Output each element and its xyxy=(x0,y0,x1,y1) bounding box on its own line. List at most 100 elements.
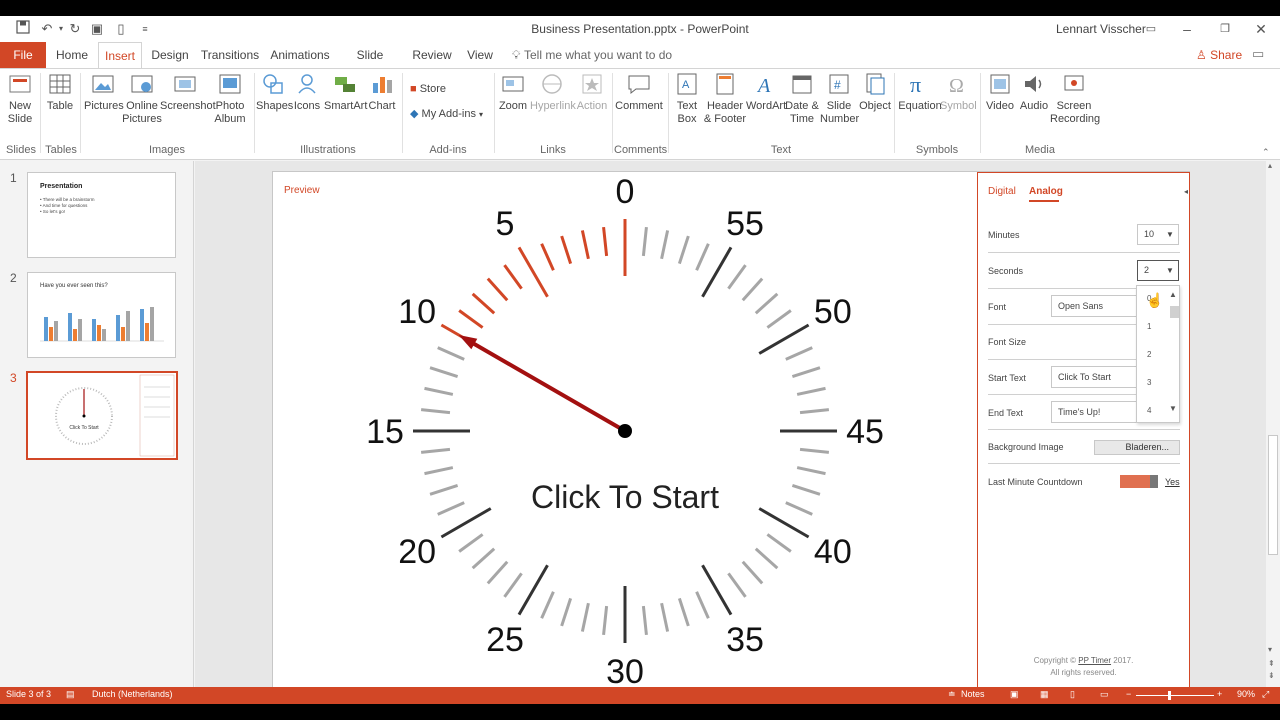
comment-button[interactable]: Comment xyxy=(614,71,664,113)
screenshot-button[interactable]: Screenshot xyxy=(160,71,216,113)
header-footer-button[interactable]: Header & Footer xyxy=(702,71,748,126)
zoom-level[interactable]: 90% xyxy=(1237,689,1255,699)
minutes-value: 10 xyxy=(1144,229,1155,239)
tab-file[interactable]: File xyxy=(0,42,46,68)
audio-button[interactable]: Audio xyxy=(1018,71,1050,113)
start-text-label: Start Text xyxy=(988,373,1026,383)
slide-thumbnails-pane: 1 Presentation • There will be a brainst… xyxy=(0,161,194,687)
table-button[interactable]: Table xyxy=(44,71,76,113)
slide-thumbnail-2[interactable]: Have you ever seen this? xyxy=(27,272,176,358)
collapse-ribbon-icon[interactable]: ⌃ xyxy=(1262,147,1270,158)
photo-album-button[interactable]: Photo Album xyxy=(210,71,250,126)
tab-digital[interactable]: Digital xyxy=(988,186,1016,197)
tab-review[interactable]: Review xyxy=(410,42,454,68)
text-box-button[interactable]: A Text Box xyxy=(672,71,702,126)
clock-center-hub xyxy=(618,424,632,438)
minimize-icon[interactable]: – xyxy=(1172,19,1202,39)
zoom-slider[interactable] xyxy=(1136,695,1214,696)
scroll-up-icon[interactable]: ▴ xyxy=(1268,161,1272,170)
user-name[interactable]: Lennart Visscher xyxy=(1056,22,1146,36)
next-slide-icon[interactable]: ⇟ xyxy=(1268,671,1275,680)
dropdown-option[interactable]: 4 xyxy=(1147,406,1151,415)
chevron-down-icon: ▼ xyxy=(1166,266,1174,275)
scrollbar-thumb[interactable] xyxy=(1268,435,1278,555)
pictures-button[interactable]: Pictures xyxy=(84,71,124,113)
tell-me-box[interactable]: 💡︎ Tell me what you want to do xyxy=(512,42,672,68)
slide-number-button[interactable]: # Slide Number xyxy=(820,71,859,126)
tab-transitions[interactable]: Transitions xyxy=(200,42,260,68)
screen-recording-label: Screen Recording xyxy=(1050,100,1101,125)
slide-thumbnail-1[interactable]: Presentation • There will be a brainstor… xyxy=(27,172,176,258)
scroll-up-icon[interactable]: ▲ xyxy=(1169,290,1177,299)
my-addins-button[interactable]: ◆ My Add-ins ▾ xyxy=(410,107,483,120)
dropdown-scrollbar-thumb[interactable] xyxy=(1170,306,1179,318)
chart-button[interactable]: Chart xyxy=(366,71,398,113)
slide-sorter-icon[interactable]: ▦ xyxy=(1040,689,1049,700)
seconds-select[interactable]: 2 ▼ xyxy=(1137,260,1179,281)
clock-number: 30 xyxy=(606,653,644,687)
close-icon[interactable]: ✕ xyxy=(1246,19,1276,39)
action-button[interactable]: Action xyxy=(574,71,610,113)
minutes-select[interactable]: 10 ▼ xyxy=(1137,224,1179,245)
zoom-button[interactable]: Zoom xyxy=(496,71,530,113)
click-to-start-text[interactable]: Click To Start xyxy=(531,479,719,515)
slide-show-icon[interactable]: ▭ xyxy=(1100,689,1109,700)
slide-count: Slide 3 of 3 xyxy=(6,689,52,699)
normal-view-icon[interactable]: ▣ xyxy=(1010,689,1019,700)
previous-slide-icon[interactable]: ⇞ xyxy=(1268,659,1275,668)
fit-to-window-icon[interactable]: ⤢ xyxy=(1262,689,1269,700)
dropdown-option[interactable]: 3 xyxy=(1147,378,1151,387)
language[interactable]: Dutch (Netherlands) xyxy=(92,689,173,699)
ribbon-display-options-icon[interactable]: ▭ xyxy=(1136,19,1166,39)
hyperlink-button[interactable]: Hyperlink xyxy=(530,71,576,113)
smartart-button[interactable]: SmartArt xyxy=(324,71,367,113)
slide-thumbnail-3[interactable]: Click To Start xyxy=(26,371,178,460)
zoom-slider-thumb[interactable] xyxy=(1168,691,1171,700)
date-time-button[interactable]: Date & Time xyxy=(784,71,820,126)
restore-icon[interactable]: ❐ xyxy=(1210,19,1240,39)
tab-home[interactable]: Home xyxy=(52,42,92,68)
spell-check-icon[interactable]: ▤ xyxy=(66,689,75,700)
notes-icon[interactable]: ≐ xyxy=(948,689,956,700)
active-tab-underline xyxy=(1029,200,1059,202)
tab-animations[interactable]: Animations xyxy=(268,42,332,68)
online-pictures-button[interactable]: Online Pictures xyxy=(122,71,162,126)
analog-timer-clock[interactable]: 0 5 10 15 20 25 30 35 40 45 50 55 Click To Start xyxy=(273,172,976,687)
screen-recording-button[interactable]: Screen Recording xyxy=(1050,71,1101,126)
browse-button[interactable]: Bladeren... xyxy=(1094,440,1180,455)
end-text-label: End Text xyxy=(988,408,1023,418)
seconds-dropdown-list[interactable]: 0 1 2 3 4 ▲ ▼ ☝ xyxy=(1136,285,1180,423)
reading-view-icon[interactable]: ▯ xyxy=(1070,689,1075,700)
symbol-button[interactable]: Ω Symbol xyxy=(940,71,977,113)
store-button[interactable]: ■ Store xyxy=(410,83,446,95)
tab-design[interactable]: Design xyxy=(148,42,192,68)
editor-vertical-scrollbar[interactable]: ▴ ▾ ⇞ ⇟ xyxy=(1266,161,1280,687)
tab-insert[interactable]: Insert xyxy=(98,42,142,68)
wordart-button[interactable]: A WordArt xyxy=(746,71,786,113)
dropdown-option[interactable]: 2 xyxy=(1147,350,1151,359)
tab-analog[interactable]: Analog xyxy=(1029,186,1063,197)
collapse-panel-icon[interactable]: ◂ xyxy=(1184,187,1188,196)
scroll-down-icon[interactable]: ▼ xyxy=(1169,404,1177,413)
object-button[interactable]: Object xyxy=(858,71,892,113)
table-icon xyxy=(49,74,71,94)
equation-button[interactable]: π Equation xyxy=(898,71,942,113)
share-button[interactable]: ♙ Share xyxy=(1196,42,1242,68)
zoom-out-icon[interactable]: − xyxy=(1126,689,1131,699)
dropdown-option[interactable]: 1 xyxy=(1147,322,1151,331)
icons-button[interactable]: Icons xyxy=(290,71,324,113)
group-separator xyxy=(980,73,981,153)
last-minute-value[interactable]: Yes xyxy=(1165,477,1180,487)
zoom-in-icon[interactable]: + xyxy=(1217,689,1222,699)
notes-button[interactable]: Notes xyxy=(961,689,985,699)
tab-slide-show[interactable]: Slide Show xyxy=(340,42,400,88)
last-minute-toggle[interactable] xyxy=(1120,475,1158,488)
pp-timer-link[interactable]: PP Timer xyxy=(1078,656,1111,665)
video-button[interactable]: Video xyxy=(984,71,1016,113)
new-slide-button[interactable]: New Slide xyxy=(4,71,36,126)
comments-icon[interactable]: ▭ xyxy=(1252,46,1270,64)
scroll-down-icon[interactable]: ▾ xyxy=(1268,645,1272,654)
shapes-button[interactable]: Shapes xyxy=(256,71,293,113)
group-separator xyxy=(494,73,495,153)
tab-view[interactable]: View xyxy=(462,42,498,68)
